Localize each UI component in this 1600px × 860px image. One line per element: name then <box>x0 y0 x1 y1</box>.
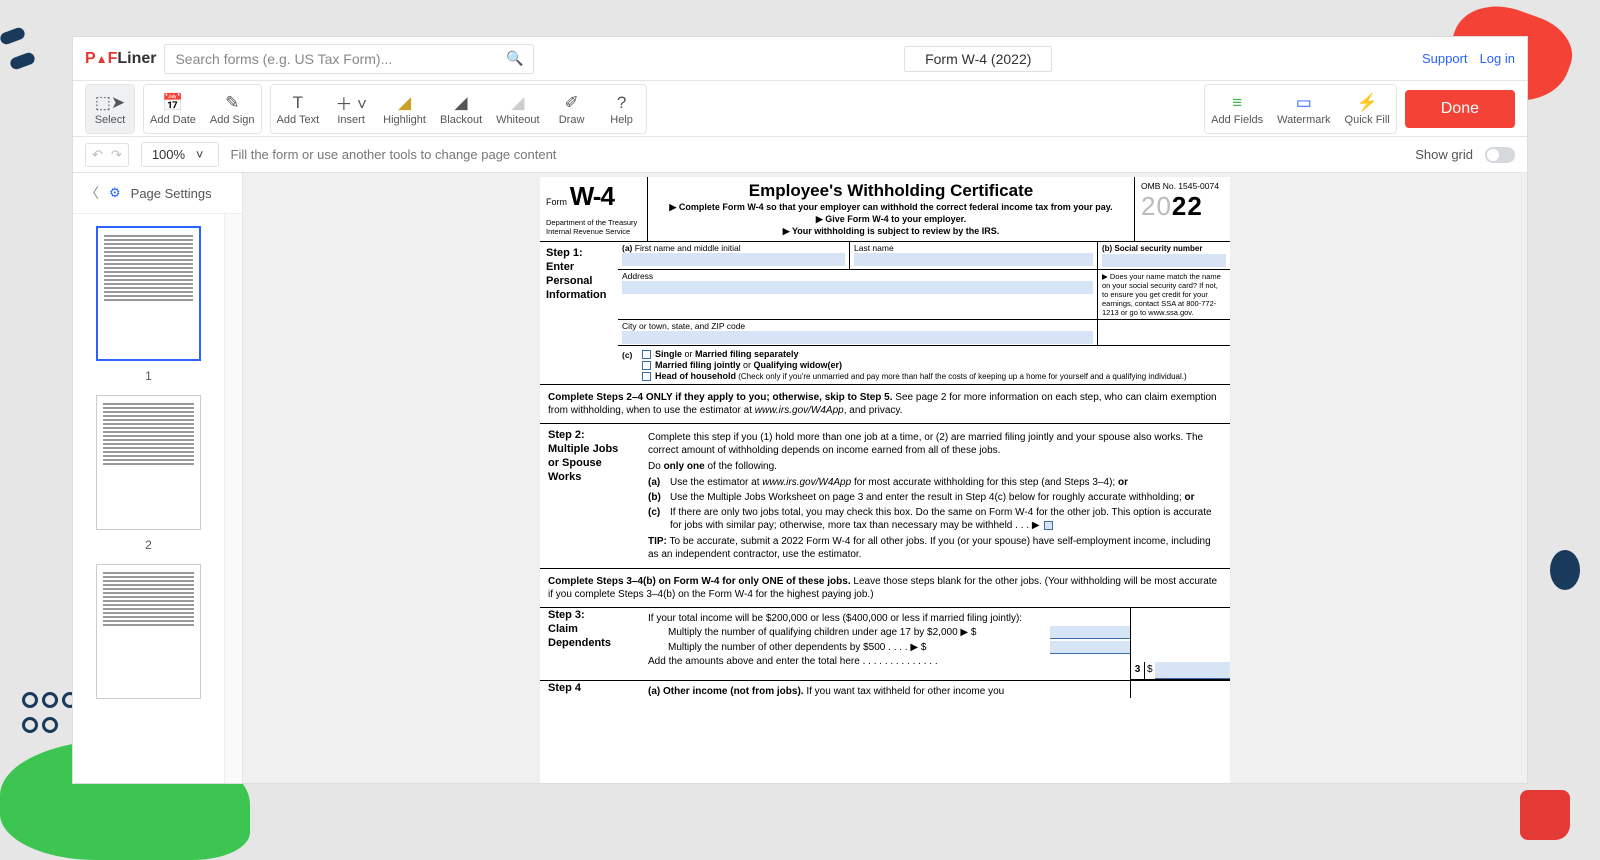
app-logo[interactable]: P▲FLiner <box>85 50 156 68</box>
tool-whiteout[interactable]: ◢Whiteout <box>490 85 545 133</box>
search-input[interactable]: Search forms (e.g. US Tax Form)... 🔍 <box>164 44 534 74</box>
ssn-field[interactable] <box>1102 254 1226 267</box>
document-title: Form W-4 (2022) <box>904 46 1052 72</box>
filing-hoh-checkbox[interactable] <box>642 372 651 381</box>
watermark-icon: ▭ <box>1296 92 1312 114</box>
address-field[interactable] <box>622 281 1093 294</box>
header-links: Support Log in <box>1422 51 1515 66</box>
decor-circles <box>20 690 80 740</box>
step3-total-field[interactable] <box>1155 662 1230 679</box>
step3: Step 3: Claim Dependents If your total i… <box>540 608 1230 681</box>
support-link[interactable]: Support <box>1422 51 1468 66</box>
main-area: 〈 ⚙ Page Settings 1 2 <box>73 173 1527 783</box>
filing-single-checkbox[interactable] <box>642 350 651 359</box>
help-icon: ? <box>617 92 626 114</box>
whiteout-icon: ◢ <box>511 92 524 114</box>
hint-text: Fill the form or use another tools to ch… <box>231 147 557 162</box>
pdf-badge-icon <box>1520 790 1570 840</box>
tool-watermark[interactable]: ▭Watermark <box>1271 85 1336 133</box>
blackout-icon: ◢ <box>455 92 468 114</box>
calendar-icon: 📅 <box>162 92 183 114</box>
done-button[interactable]: Done <box>1405 90 1515 128</box>
thumb-label-2: 2 <box>145 538 152 552</box>
filing-joint-checkbox[interactable] <box>642 361 651 370</box>
decor-lines <box>0 30 50 120</box>
tool-highlight[interactable]: ◢Highlight <box>377 85 432 133</box>
tool-blackout[interactable]: ◢Blackout <box>434 85 488 133</box>
page-thumbnails: 1 2 <box>73 214 224 783</box>
tool-add-fields[interactable]: ≡Add Fields <box>1205 85 1269 133</box>
thumbnail-2[interactable] <box>96 395 201 530</box>
thumbnail-3[interactable] <box>96 564 201 699</box>
gear-icon: ⚙ <box>109 185 121 201</box>
sidebar-header: 〈 ⚙ Page Settings <box>73 173 242 214</box>
search-icon[interactable]: 🔍 <box>506 50 523 67</box>
bolt-icon: ⚡ <box>1357 92 1378 114</box>
step2: Step 2: Multiple Jobs or Spouse Works Co… <box>540 424 1230 569</box>
tool-help[interactable]: ?Help <box>598 85 646 133</box>
dependents-amount-field[interactable] <box>1050 641 1130 654</box>
show-grid-toggle[interactable] <box>1485 147 1515 163</box>
tool-draw[interactable]: ✐Draw <box>548 85 596 133</box>
header-bar: P▲FLiner Search forms (e.g. US Tax Form)… <box>73 37 1527 81</box>
thumbnail-scrollbar[interactable] <box>224 214 242 783</box>
step4: Step 4 (a) Other income (not from jobs).… <box>540 681 1230 698</box>
tool-add-date[interactable]: 📅Add Date <box>144 85 202 133</box>
sub-toolbar: ↶ ↷ 100% ˅ Fill the form or use another … <box>73 137 1527 173</box>
app-window: P▲FLiner Search forms (e.g. US Tax Form)… <box>72 36 1528 784</box>
city-field[interactable] <box>622 331 1093 344</box>
tool-quick-fill[interactable]: ⚡Quick Fill <box>1339 85 1396 133</box>
plus-icon: ＋ ˅ <box>335 92 367 114</box>
page-settings-label[interactable]: Page Settings <box>131 186 212 201</box>
draw-icon: ✐ <box>564 92 578 114</box>
step2c-checkbox[interactable] <box>1044 521 1053 530</box>
search-placeholder: Search forms (e.g. US Tax Form)... <box>175 51 392 67</box>
login-link[interactable]: Log in <box>1480 51 1515 66</box>
thumbnail-1[interactable] <box>96 226 201 361</box>
instruction-2: Complete Steps 3–4(b) on Form W-4 for on… <box>540 569 1230 608</box>
last-name-field[interactable] <box>854 253 1093 266</box>
children-amount-field[interactable] <box>1050 626 1130 639</box>
text-icon: T <box>293 92 303 114</box>
redo-button[interactable]: ↷ <box>111 147 122 163</box>
first-name-field[interactable] <box>622 253 845 266</box>
tool-add-text[interactable]: TAdd Text <box>271 85 326 133</box>
cursor-icon: ⬚➤ <box>95 92 125 114</box>
thumb-label-1: 1 <box>145 369 152 383</box>
toolbar: ⬚➤Select 📅Add Date ✎Add Sign TAdd Text ＋… <box>73 81 1527 137</box>
instruction-1: Complete Steps 2–4 ONLY if they apply to… <box>540 385 1230 424</box>
show-grid-label: Show grid <box>1415 147 1473 162</box>
undo-button[interactable]: ↶ <box>92 147 103 163</box>
sidebar-back-button[interactable]: 〈 <box>85 183 99 203</box>
form-header: Form W-4 Department of the TreasuryInter… <box>540 177 1230 242</box>
zoom-select[interactable]: 100% ˅ <box>141 142 219 167</box>
step1: Step 1: Enter Personal Information (a) F… <box>540 242 1230 385</box>
sidebar: 〈 ⚙ Page Settings 1 2 <box>73 173 243 783</box>
highlight-icon: ◢ <box>398 92 411 114</box>
undo-redo-group: ↶ ↷ <box>85 143 129 167</box>
tool-insert[interactable]: ＋ ˅Insert <box>327 85 375 133</box>
signature-icon: ✎ <box>225 92 239 114</box>
form-title: Employee's Withholding Certificate <box>658 181 1124 201</box>
document-viewport[interactable]: Form W-4 Department of the TreasuryInter… <box>243 173 1527 783</box>
fields-icon: ≡ <box>1232 92 1242 114</box>
form-page: Form W-4 Department of the TreasuryInter… <box>540 177 1230 783</box>
tool-select[interactable]: ⬚➤Select <box>86 85 134 133</box>
decor-dot <box>1550 550 1580 590</box>
tool-add-sign[interactable]: ✎Add Sign <box>204 85 261 133</box>
